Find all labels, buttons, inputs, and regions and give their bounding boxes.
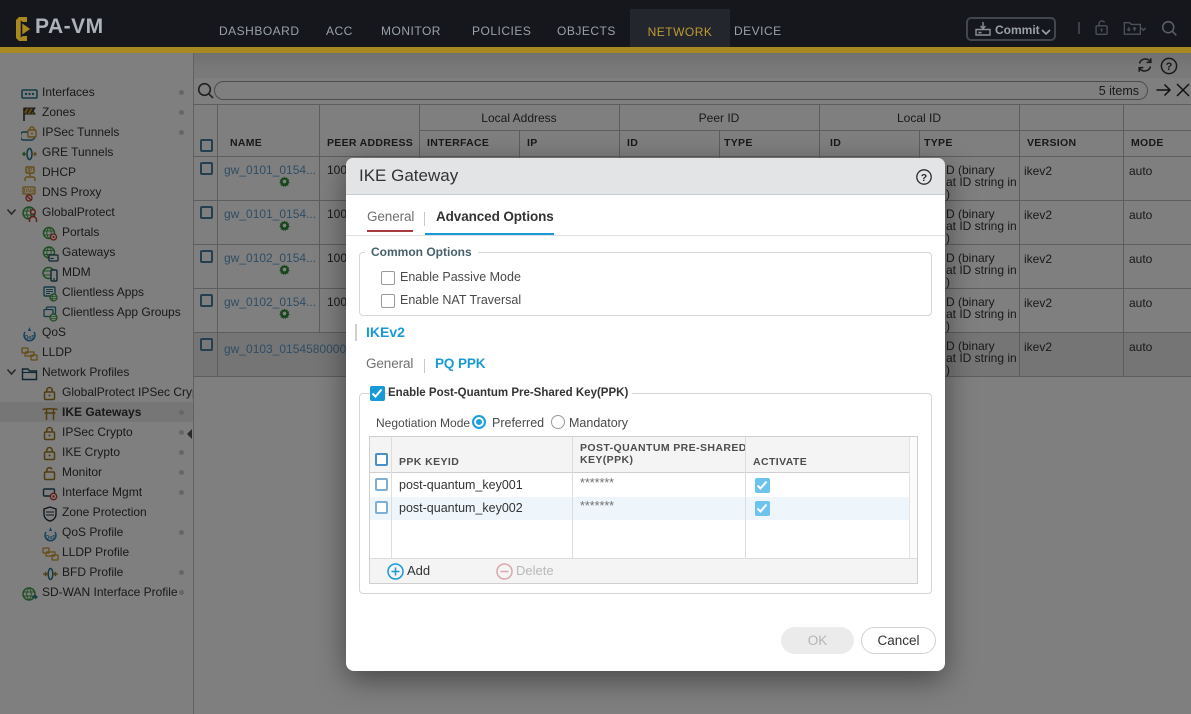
svg-text:?: ? — [921, 172, 927, 184]
